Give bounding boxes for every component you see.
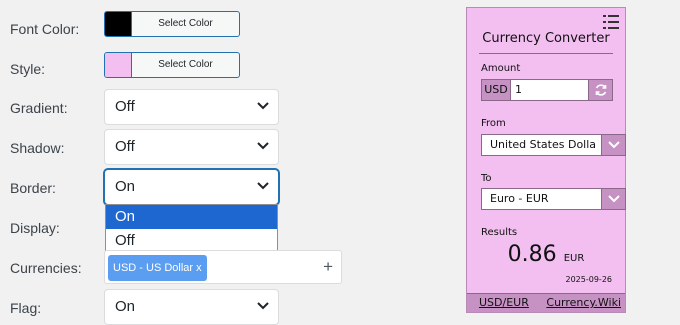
font-color-select-label: Select Color <box>158 18 213 29</box>
border-value: On <box>115 178 136 195</box>
style-color-picker-button[interactable]: Select Color <box>104 52 240 78</box>
result-display: 0.86 EUR <box>467 242 625 267</box>
chevron-down-icon <box>257 90 269 110</box>
results-label: Results <box>481 227 518 238</box>
gradient-label: Gradient: <box>10 100 68 116</box>
currency-wiki-link[interactable]: Currency.Wiki <box>546 296 621 309</box>
style-label: Style: <box>10 61 46 77</box>
amount-currency: USD <box>481 79 511 101</box>
gradient-select[interactable]: Off <box>104 89 279 125</box>
flag-label: Flag: <box>10 300 42 316</box>
currency-converter-widget: Currency Converter Amount USD 1 From Uni… <box>466 7 626 313</box>
font-color-picker-button[interactable]: Select Color <box>104 11 240 37</box>
from-label: From <box>481 118 506 129</box>
amount-label: Amount <box>481 63 521 74</box>
result-unit: EUR <box>563 253 585 264</box>
amount-row: USD 1 <box>481 79 613 101</box>
border-dropdown-list: On Off <box>105 204 278 254</box>
chevron-down-icon <box>257 290 269 310</box>
widget-footer: USD/EUR Currency.Wiki <box>467 293 625 312</box>
from-select[interactable]: United States Dolla <box>481 134 626 156</box>
chevron-down-icon <box>257 130 269 150</box>
to-label: To <box>481 173 492 184</box>
chevron-down-icon <box>257 170 269 190</box>
shadow-value: Off <box>115 138 135 155</box>
widget-title: Currency Converter <box>482 31 610 46</box>
from-value: United States Dolla <box>481 134 602 156</box>
shadow-select[interactable]: Off <box>104 129 279 165</box>
display-label: Display: <box>10 220 60 236</box>
rate-date: 2025-09-26 <box>565 275 613 284</box>
result-value: 0.86 <box>507 242 557 267</box>
refresh-icon[interactable] <box>589 79 613 101</box>
add-currency-icon[interactable]: + <box>323 257 333 277</box>
currencies-field[interactable]: USD - US Dollar x + <box>104 250 342 284</box>
shadow-label: Shadow: <box>10 140 65 156</box>
chevron-down-icon <box>602 188 626 210</box>
style-color-select-label: Select Color <box>158 59 213 70</box>
flag-value: On <box>115 298 136 315</box>
font-color-swatch <box>105 12 132 36</box>
pair-link[interactable]: USD/EUR <box>479 296 529 309</box>
font-color-label: Font Color: <box>10 21 80 37</box>
currencies-label: Currencies: <box>10 260 82 276</box>
flag-select[interactable]: On <box>104 289 279 325</box>
currency-tag-usd[interactable]: USD - US Dollar x <box>108 255 207 281</box>
amount-input[interactable]: 1 <box>511 79 589 101</box>
border-select[interactable]: On <box>104 169 279 205</box>
border-label: Border: <box>10 180 56 196</box>
to-select[interactable]: Euro - EUR <box>481 188 626 210</box>
style-color-swatch <box>105 53 132 77</box>
chevron-down-icon <box>602 134 626 156</box>
to-value: Euro - EUR <box>481 188 602 210</box>
gradient-value: Off <box>115 98 135 115</box>
title-divider <box>479 53 613 54</box>
border-option-on[interactable]: On <box>106 205 277 229</box>
